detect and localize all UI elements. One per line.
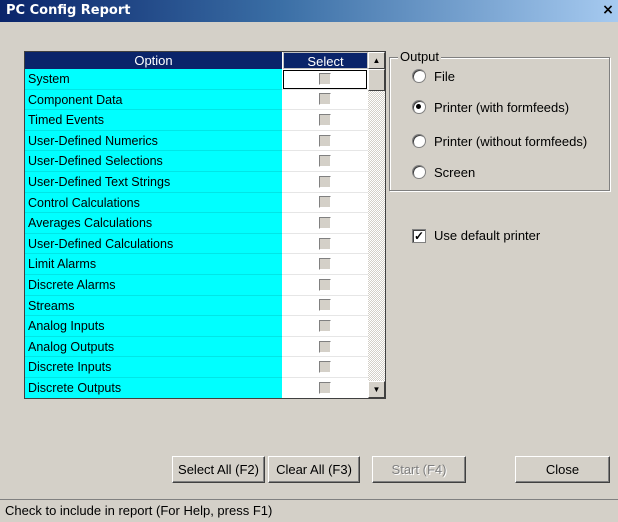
table-row[interactable]: Analog Inputs: [25, 316, 368, 337]
header-option[interactable]: Option: [25, 52, 283, 69]
select-checkbox[interactable]: [319, 361, 331, 374]
header-select[interactable]: Select: [283, 52, 368, 69]
select-all-button[interactable]: Select All (F2): [172, 456, 265, 483]
table-row[interactable]: Timed Events: [25, 110, 368, 131]
select-cell[interactable]: [282, 316, 368, 337]
table-row[interactable]: Control Calculations: [25, 192, 368, 214]
option-label: Component Data: [25, 89, 282, 111]
radio-file[interactable]: File: [412, 67, 455, 85]
option-label: Analog Outputs: [25, 336, 282, 358]
radio-printer-no-formfeeds[interactable]: Printer (without formfeeds): [412, 132, 587, 150]
window-title: PC Config Report: [6, 3, 131, 18]
select-cell[interactable]: [282, 233, 368, 255]
select-checkbox[interactable]: [319, 237, 331, 250]
select-cell[interactable]: [282, 151, 368, 172]
select-checkbox[interactable]: [319, 113, 331, 126]
radio-screen[interactable]: Screen: [412, 163, 475, 181]
options-grid[interactable]: Option Select System Component Data Timed …: [24, 51, 386, 399]
radio-screen-label[interactable]: Screen: [434, 165, 475, 180]
select-cell[interactable]: [282, 336, 368, 358]
select-cell[interactable]: [282, 254, 368, 275]
option-label: User-Defined Text Strings: [25, 171, 282, 193]
grid-scrollbar[interactable]: ▲ ▼: [368, 52, 385, 398]
table-row[interactable]: Discrete Alarms: [25, 274, 368, 296]
select-cell[interactable]: [282, 192, 368, 214]
table-row[interactable]: Streams: [25, 295, 368, 317]
grid-header: Option Select: [25, 52, 368, 69]
select-checkbox[interactable]: [319, 258, 331, 271]
table-row[interactable]: Analog Outputs: [25, 336, 368, 358]
select-checkbox[interactable]: [319, 278, 331, 291]
scroll-down-button[interactable]: ▼: [368, 381, 385, 398]
option-label: Streams: [25, 295, 282, 317]
option-label: Limit Alarms: [25, 254, 282, 275]
table-row[interactable]: Discrete Outputs: [25, 377, 368, 398]
select-cell[interactable]: [282, 274, 368, 296]
option-label: Control Calculations: [25, 192, 282, 214]
select-checkbox[interactable]: [319, 299, 331, 312]
select-cell[interactable]: [282, 69, 368, 90]
table-row[interactable]: User-Defined Calculations: [25, 233, 368, 255]
select-cell[interactable]: [282, 377, 368, 398]
output-label: Output: [398, 49, 442, 64]
option-label: Analog Inputs: [25, 316, 282, 337]
select-checkbox[interactable]: [319, 175, 331, 188]
checkbox-icon[interactable]: ✓: [412, 228, 426, 243]
table-row[interactable]: User-Defined Text Strings: [25, 171, 368, 193]
select-checkbox[interactable]: [319, 319, 331, 332]
table-row[interactable]: User-Defined Numerics: [25, 130, 368, 152]
option-label: Discrete Inputs: [25, 357, 282, 378]
table-row[interactable]: System: [25, 69, 368, 90]
radio-screen-icon[interactable]: [412, 165, 426, 179]
scroll-thumb[interactable]: [368, 69, 385, 91]
radio-printer-no-formfeeds-icon[interactable]: [412, 134, 426, 148]
start-button[interactable]: Start (F4): [372, 456, 466, 483]
select-cell[interactable]: [282, 130, 368, 152]
option-label: User-Defined Calculations: [25, 233, 282, 255]
radio-file-icon[interactable]: [412, 69, 426, 83]
table-row[interactable]: Limit Alarms: [25, 254, 368, 275]
close-icon[interactable]: ×: [600, 3, 616, 19]
radio-printer-formfeeds[interactable]: Printer (with formfeeds): [412, 98, 569, 116]
title-bar: PC Config Report ×: [0, 0, 618, 22]
table-row[interactable]: User-Defined Selections: [25, 151, 368, 172]
option-label: User-Defined Selections: [25, 151, 282, 172]
select-checkbox[interactable]: [319, 155, 331, 168]
table-row[interactable]: Component Data: [25, 89, 368, 111]
use-default-printer-label[interactable]: Use default printer: [434, 228, 540, 243]
select-checkbox[interactable]: [319, 134, 331, 147]
select-checkbox[interactable]: [319, 216, 331, 229]
option-label: System: [25, 69, 282, 90]
select-cell[interactable]: [282, 110, 368, 131]
clear-all-button[interactable]: Clear All (F3): [268, 456, 360, 483]
radio-file-label[interactable]: File: [434, 69, 455, 84]
select-checkbox[interactable]: [319, 72, 331, 85]
radio-printer-formfeeds-icon[interactable]: [412, 100, 426, 114]
select-cell[interactable]: [282, 89, 368, 111]
table-row[interactable]: Averages Calculations: [25, 213, 368, 234]
select-cell[interactable]: [282, 213, 368, 234]
option-label: Timed Events: [25, 110, 282, 131]
select-checkbox[interactable]: [319, 93, 331, 106]
table-row[interactable]: Discrete Inputs: [25, 357, 368, 378]
option-label: Discrete Outputs: [25, 377, 282, 398]
option-label: User-Defined Numerics: [25, 130, 282, 152]
select-checkbox[interactable]: [319, 381, 331, 394]
scroll-up-button[interactable]: ▲: [368, 52, 385, 69]
select-cell[interactable]: [282, 357, 368, 378]
status-bar: Check to include in report (For Help, pr…: [0, 499, 618, 522]
select-checkbox[interactable]: [319, 196, 331, 209]
close-button[interactable]: Close: [515, 456, 610, 483]
select-cell[interactable]: [282, 171, 368, 193]
option-label: Averages Calculations: [25, 213, 282, 234]
select-checkbox[interactable]: [319, 340, 331, 353]
radio-printer-formfeeds-label[interactable]: Printer (with formfeeds): [434, 100, 569, 115]
select-cell[interactable]: [282, 295, 368, 317]
option-label: Discrete Alarms: [25, 274, 282, 296]
radio-printer-no-formfeeds-label[interactable]: Printer (without formfeeds): [434, 134, 587, 149]
use-default-printer-checkbox[interactable]: ✓ Use default printer: [412, 228, 540, 243]
